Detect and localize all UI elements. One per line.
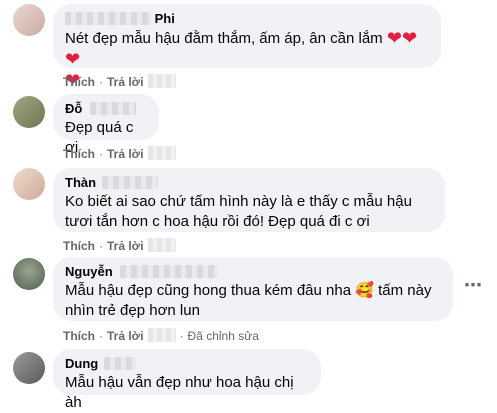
timestamp-redacted[interactable] [147,146,176,160]
heart-icon: ❤ [401,28,418,48]
commenter-name[interactable]: Thàn [65,175,433,191]
heart-icon: ❤ [65,49,81,69]
avatar[interactable] [13,352,45,384]
like-link[interactable]: Thích [63,329,95,343]
like-link[interactable]: Thích [63,75,95,89]
comment-bubble: Dung Mẫu hậu vẫn đẹp như hoa hậu chị àh [53,349,321,411]
redacted-name [65,12,151,25]
timestamp-redacted[interactable] [147,238,176,252]
commenter-name[interactable]: Phi [65,11,429,27]
like-link[interactable]: Thích [63,147,95,161]
comment-actions: Thích · Trả lời [63,74,176,90]
redacted-name [120,265,219,278]
redacted-name [101,176,158,189]
commenter-name[interactable]: Dung [65,356,309,372]
more-options-icon[interactable]: ⋯ [463,276,483,298]
comment-text: Mẫu hậu vẫn đẹp như hoa hậu chị àh [65,374,294,411]
comment-bubble: Đỗ Đẹp quá c ơi [53,94,159,156]
redacted-name [103,357,136,370]
comment-text: Ko biết ai sao chứ tấm hình này là e thấ… [65,193,412,230]
avatar[interactable] [13,96,45,128]
reply-link[interactable]: Trả lời [107,75,144,89]
avatar[interactable] [13,258,45,290]
redacted-name [89,102,136,115]
commenter-name[interactable]: Nguyễn [65,264,441,280]
reply-link[interactable]: Trả lời [107,239,144,253]
smiling-face-with-hearts-icon: 🥰 [355,282,374,299]
reply-link[interactable]: Trả lời [107,329,144,343]
timestamp-redacted[interactable] [147,328,176,342]
like-link[interactable]: Thích [63,239,95,253]
avatar[interactable] [13,168,45,200]
comment-actions: Thích · Trả lời [63,238,176,254]
comment-actions: Thích · Trả lời [63,146,176,162]
comment-bubble: Phi Nét đẹp mẫu hậu đằm thắm, ấm áp, ân … [53,4,441,90]
heart-icon: ❤ [386,28,402,48]
edited-label[interactable]: Đã chỉnh sửa [188,329,259,343]
timestamp-redacted[interactable] [147,74,176,88]
comment-bubble: Nguyễn Mẫu hậu đẹp cũng hong thua kém đâ… [53,257,453,321]
commenter-name[interactable]: Đỗ [65,101,147,117]
avatar[interactable] [13,4,45,36]
comment-actions: Thích · Trả lời · Đã chỉnh sửa [63,328,259,343]
reply-link[interactable]: Trả lời [107,147,144,161]
comment-text: Mẫu hậu đẹp cũng hong thua kém đâu nha 🥰… [65,282,432,319]
comment-bubble: Thàn Ko biết ai sao chứ tấm hình này là … [53,168,445,232]
